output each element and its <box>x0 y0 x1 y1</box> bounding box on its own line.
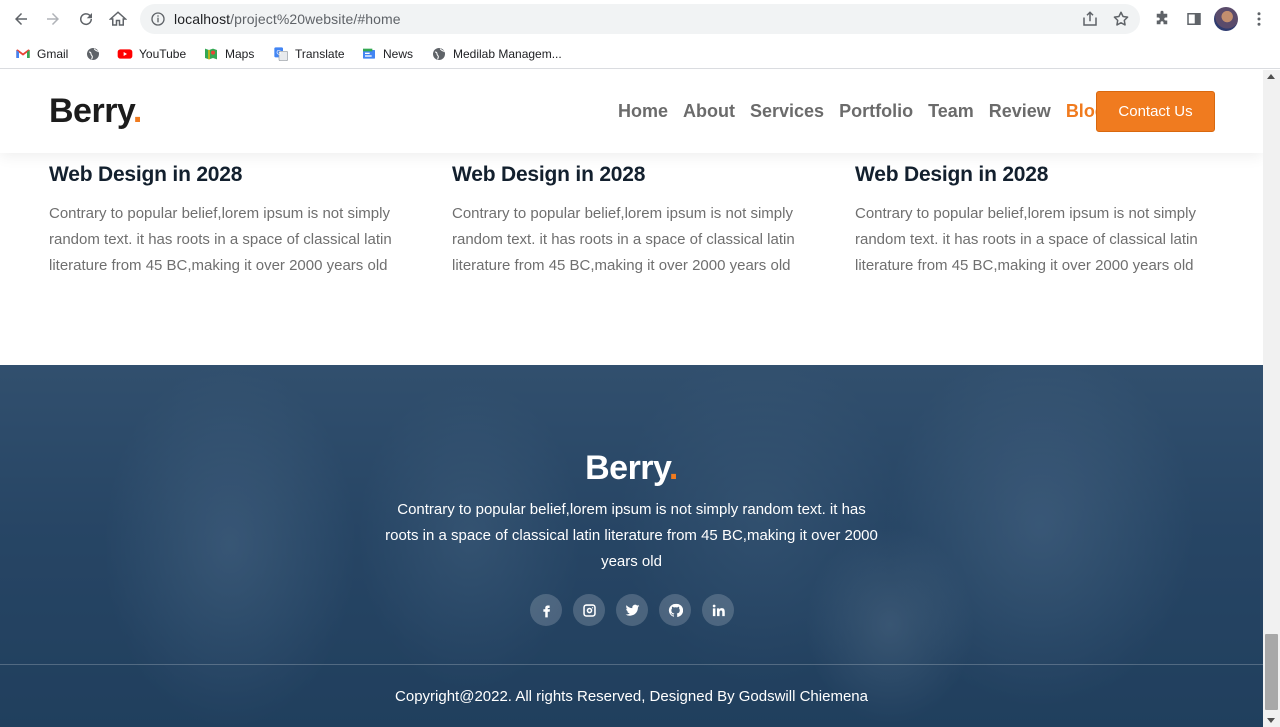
nav-portfolio[interactable]: Portfolio <box>839 101 913 122</box>
share-icon[interactable] <box>1081 10 1099 28</box>
social-links <box>530 594 734 626</box>
site-logo[interactable]: Berry. <box>49 92 142 131</box>
back-button[interactable] <box>9 7 33 31</box>
instagram-icon <box>582 603 596 617</box>
nav-about[interactable]: About <box>683 101 735 122</box>
bookmark-label: News <box>383 47 414 61</box>
main-nav: Home About Services Portfolio Team Revie… <box>618 101 1106 122</box>
home-icon <box>109 11 127 26</box>
copyright-text: Copyright@2022. All rights Reserved, Des… <box>395 688 868 705</box>
svg-text:G: G <box>276 50 281 57</box>
forward-button[interactable] <box>41 7 65 31</box>
blog-description: Contrary to popular belief,lorem ipsum i… <box>452 205 795 274</box>
extensions-button[interactable] <box>1150 7 1174 31</box>
twitter-link[interactable] <box>616 594 648 626</box>
url-host: localhost <box>174 11 231 27</box>
scrollbar-thumb[interactable] <box>1265 634 1278 710</box>
scroll-up-arrow-icon[interactable] <box>1267 74 1275 79</box>
github-icon <box>668 603 683 617</box>
youtube-icon <box>117 49 133 59</box>
blog-title[interactable]: Web Design in 2028 <box>49 163 419 187</box>
side-panel-button[interactable] <box>1182 7 1206 31</box>
bookmark-news[interactable]: News <box>361 43 413 65</box>
page-scrollbar[interactable] <box>1263 70 1280 727</box>
logo-text: Berry <box>49 92 133 130</box>
bookmark-medilab[interactable]: Medilab Managem... <box>431 43 562 65</box>
footer-logo-dot: . <box>668 449 678 487</box>
browser-toolbar: localhost/project%20website/#home <box>0 0 1280 38</box>
gmail-icon <box>16 49 30 58</box>
url-path: /project%20website/#home <box>230 11 401 27</box>
blog-title[interactable]: Web Design in 2028 <box>452 163 822 187</box>
bookmark-label: Translate <box>295 47 345 61</box>
news-icon <box>363 48 375 59</box>
blog-card[interactable]: Web Design in 2028 Contrary to popular b… <box>452 163 822 279</box>
home-button[interactable] <box>106 7 130 31</box>
reload-button[interactable] <box>74 7 98 31</box>
site-footer: Berry. Contrary to popular belief,lorem … <box>0 365 1263 727</box>
info-icon <box>151 12 165 26</box>
footer-logo[interactable]: Berry. <box>0 449 1263 488</box>
footer-divider <box>0 664 1263 665</box>
bookmark-label: Maps <box>225 47 255 61</box>
bookmark-gmail[interactable]: Gmail <box>15 43 68 65</box>
footer-description: Contrary to popular belief,lorem ipsum i… <box>385 501 878 570</box>
linkedin-icon <box>712 604 725 616</box>
blog-card[interactable]: Web Design in 2028 Contrary to popular b… <box>855 163 1225 279</box>
nav-home[interactable]: Home <box>618 101 668 122</box>
translate-icon: G <box>274 47 288 61</box>
bookmarks-bar: Gmail YouTube Maps G Translate News Medi… <box>0 38 1280 69</box>
maps-icon <box>205 48 217 60</box>
arrow-left-icon <box>15 13 27 25</box>
more-vert-icon <box>1257 12 1261 26</box>
url-text[interactable]: localhost/project%20website/#home <box>174 11 401 27</box>
facebook-icon <box>542 605 550 617</box>
blog-description: Contrary to popular belief,lorem ipsum i… <box>855 205 1198 274</box>
github-link[interactable] <box>659 594 691 626</box>
blog-title[interactable]: Web Design in 2028 <box>855 163 1225 187</box>
logo-dot: . <box>132 92 142 130</box>
bookmark-maps[interactable]: Maps <box>203 43 254 65</box>
bookmark-globe[interactable] <box>85 43 101 65</box>
bookmark-translate[interactable]: G Translate <box>273 43 345 65</box>
profile-avatar[interactable] <box>1214 7 1238 31</box>
star-icon[interactable] <box>1112 10 1130 28</box>
nav-review[interactable]: Review <box>989 101 1051 122</box>
scroll-down-arrow-icon[interactable] <box>1267 718 1275 723</box>
nav-team[interactable]: Team <box>928 101 974 122</box>
blog-description: Contrary to popular belief,lorem ipsum i… <box>49 205 392 274</box>
footer-logo-text: Berry <box>585 449 669 487</box>
arrow-right-icon <box>47 13 59 25</box>
facebook-link[interactable] <box>530 594 562 626</box>
blog-card[interactable]: Web Design in 2028 Contrary to popular b… <box>49 163 419 279</box>
page-viewport: Berry. Home About Services Portfolio Tea… <box>0 70 1263 727</box>
instagram-link[interactable] <box>573 594 605 626</box>
bookmark-youtube[interactable]: YouTube <box>117 43 186 65</box>
globe-icon <box>87 48 100 60</box>
menu-button[interactable] <box>1247 7 1271 31</box>
puzzle-icon <box>1156 10 1168 25</box>
address-bar[interactable]: localhost/project%20website/#home <box>140 4 1140 34</box>
globe-icon <box>433 48 446 60</box>
contact-us-button[interactable]: Contact Us <box>1096 91 1215 132</box>
bookmark-label: YouTube <box>139 47 187 61</box>
bookmark-label: Medilab Managem... <box>453 47 562 61</box>
site-header: Berry. Home About Services Portfolio Tea… <box>0 70 1263 153</box>
reload-icon <box>80 13 93 26</box>
side-panel-icon <box>1187 13 1201 25</box>
bookmark-label: Gmail <box>37 47 69 61</box>
nav-services[interactable]: Services <box>750 101 824 122</box>
twitter-icon <box>625 604 639 616</box>
linkedin-link[interactable] <box>702 594 734 626</box>
